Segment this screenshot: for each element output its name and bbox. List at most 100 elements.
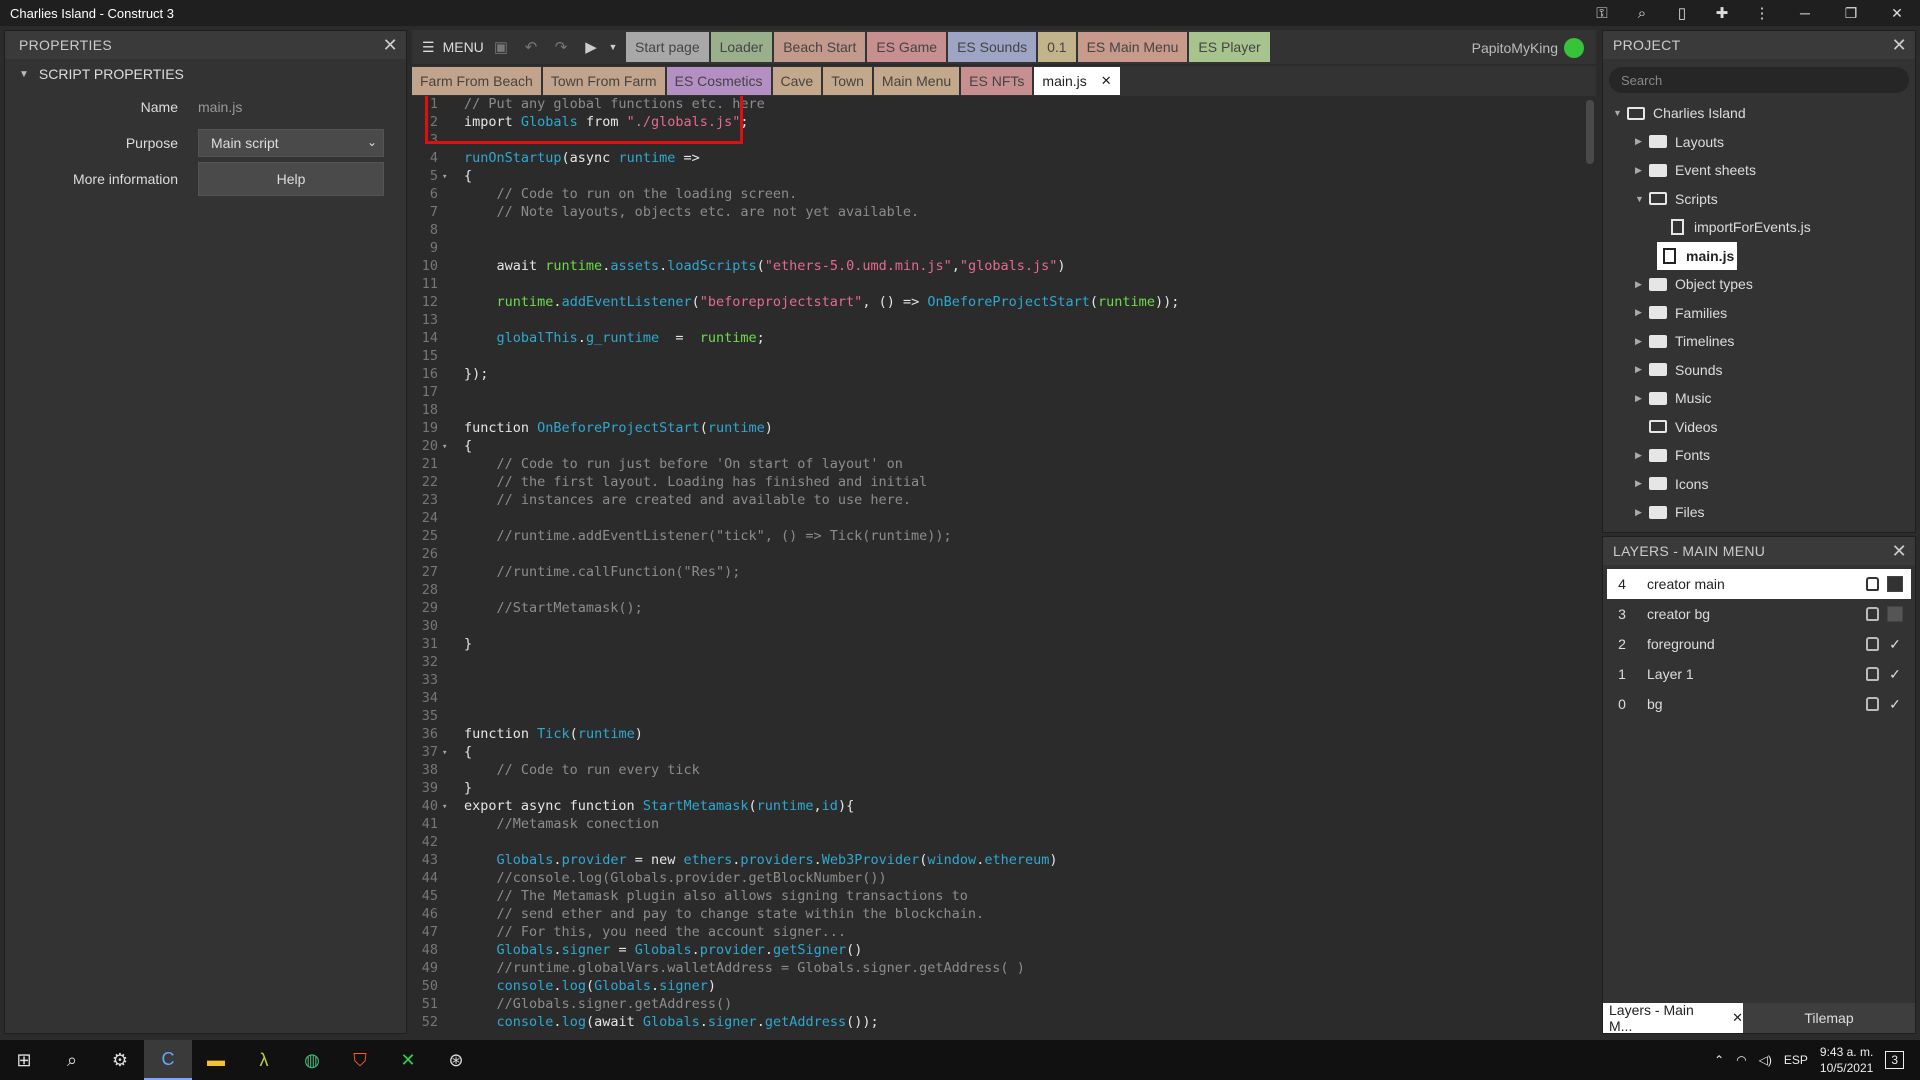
fold-marker[interactable] [442, 870, 452, 888]
code-line[interactable]: 6 // Code to run on the loading screen. [412, 186, 1582, 204]
code-line[interactable]: 41 //Metamask conection [412, 816, 1582, 834]
tab-es-cosmetics[interactable]: ES Cosmetics [666, 67, 771, 95]
code-line[interactable]: 42 [412, 834, 1582, 852]
fold-marker[interactable] [442, 402, 452, 420]
code-line[interactable]: 10 await runtime.assets.loadScripts("eth… [412, 258, 1582, 276]
code-line[interactable]: 26 [412, 546, 1582, 564]
fold-marker[interactable] [442, 888, 452, 906]
code-line[interactable]: 17 [412, 384, 1582, 402]
code-line[interactable]: 16}); [412, 366, 1582, 384]
fold-marker[interactable] [442, 528, 452, 546]
tree-item-music[interactable]: ▶ Music [1603, 384, 1915, 413]
fold-marker[interactable] [442, 780, 452, 798]
tab-start-page[interactable]: Start page [626, 32, 709, 62]
fold-marker[interactable] [442, 312, 452, 330]
code-line[interactable]: 27 //runtime.callFunction("Res"); [412, 564, 1582, 582]
document-icon[interactable]: ▯ [1662, 0, 1702, 26]
code-line[interactable]: 25 //runtime.addEventListener("tick", ()… [412, 528, 1582, 546]
collapsed-arrow-icon[interactable]: ▶ [1635, 450, 1649, 461]
fold-marker[interactable] [442, 348, 452, 366]
fold-marker[interactable] [442, 492, 452, 510]
fold-marker[interactable] [442, 600, 452, 618]
code-line[interactable]: 38 // Code to run every tick [412, 762, 1582, 780]
close-icon[interactable]: ✕ [1732, 1010, 1743, 1026]
fold-marker[interactable] [442, 1014, 452, 1032]
fold-marker[interactable] [442, 222, 452, 240]
redo-icon[interactable]: ↷ [546, 32, 576, 62]
expanded-arrow-icon[interactable]: ▼ [1613, 108, 1627, 118]
code-line[interactable]: 24 [412, 510, 1582, 528]
code-line[interactable]: 48 Globals.signer = Globals.provider.get… [412, 942, 1582, 960]
lock-icon[interactable] [1866, 667, 1879, 681]
tab-main-menu[interactable]: Main Menu [873, 67, 960, 95]
code-line[interactable]: 35 [412, 708, 1582, 726]
code-line[interactable]: 15 [412, 348, 1582, 366]
tree-item-main-js[interactable]: main.js [1657, 241, 1737, 270]
code-line[interactable]: 13 [412, 312, 1582, 330]
code-line[interactable]: 50 console.log(Globals.signer) [412, 978, 1582, 996]
code-line[interactable]: 22 // the first layout. Loading has fini… [412, 474, 1582, 492]
tab-es-nfts[interactable]: ES NFTs [961, 67, 1033, 95]
fold-marker[interactable] [442, 546, 452, 564]
visible-check-icon[interactable]: ✓ [1887, 666, 1903, 682]
tree-item-videos[interactable]: Videos [1603, 413, 1915, 442]
code-line[interactable]: 31} [412, 636, 1582, 654]
tab-es-main-menu[interactable]: ES Main Menu [1077, 32, 1188, 62]
tree-item-icons[interactable]: ▶ Icons [1603, 470, 1915, 499]
code-line[interactable]: 5 ▾ { [412, 168, 1582, 186]
collapsed-arrow-icon[interactable]: ▶ [1635, 478, 1649, 489]
fold-marker[interactable]: ▾ [442, 438, 452, 456]
collapsed-arrow-icon[interactable]: ▶ [1635, 393, 1649, 404]
code-line[interactable]: 43 Globals.provider = new ethers.provide… [412, 852, 1582, 870]
construct-app-icon[interactable]: C [144, 1040, 192, 1080]
collapsed-arrow-icon[interactable]: ▶ [1635, 165, 1649, 176]
code-line[interactable]: 44 //console.log(Globals.provider.getBlo… [412, 870, 1582, 888]
fold-marker[interactable] [442, 294, 452, 312]
zoom-icon[interactable]: ⌕ [1622, 0, 1662, 26]
fold-marker[interactable] [442, 906, 452, 924]
collapsed-arrow-icon[interactable]: ▶ [1635, 279, 1649, 290]
fold-marker[interactable] [442, 978, 452, 996]
steam-icon[interactable]: ⊛ [432, 1040, 480, 1080]
fold-marker[interactable] [442, 456, 452, 474]
save-icon[interactable]: ▣ [486, 32, 516, 62]
collapsed-arrow-icon[interactable]: ▶ [1635, 336, 1649, 347]
fold-marker[interactable] [442, 204, 452, 222]
code-line[interactable]: 40 ▾ export async function StartMetamask(r… [412, 798, 1582, 816]
globe-app-icon[interactable]: ◍ [288, 1040, 336, 1080]
fold-marker[interactable] [442, 582, 452, 600]
tree-item-charlies-island[interactable]: ▼ Charlies Island [1603, 99, 1915, 128]
lambda-app-icon[interactable]: λ [240, 1040, 288, 1080]
code-line[interactable]: 9 [412, 240, 1582, 258]
purpose-select[interactable]: Main script ⌄ [198, 129, 384, 157]
fold-marker[interactable]: ▾ [442, 798, 452, 816]
code-line[interactable]: 19 function OnBeforeProjectStart(runtime) [412, 420, 1582, 438]
windows-start-icon[interactable]: ⊞ [0, 1040, 48, 1080]
tab-farm-from-beach[interactable]: Farm From Beach [412, 67, 541, 95]
tab-town-from-farm[interactable]: Town From Farm [542, 67, 665, 95]
fold-marker[interactable] [442, 816, 452, 834]
layer-row[interactable]: 0 bg ✓ [1607, 689, 1911, 719]
tree-item-families[interactable]: ▶ Families [1603, 299, 1915, 328]
close-tab-icon[interactable]: ✕ [1101, 73, 1112, 89]
fold-marker[interactable] [442, 924, 452, 942]
search-input[interactable]: Search [1609, 67, 1909, 93]
collapsed-arrow-icon[interactable]: ▶ [1635, 136, 1649, 147]
tab-tilemap[interactable]: Tilemap [1743, 1003, 1915, 1033]
settings-icon[interactable]: ⚙ [96, 1040, 144, 1080]
code-line[interactable]: 33 [412, 672, 1582, 690]
collapse-triangle-icon[interactable]: ▼ [19, 69, 29, 80]
collapsed-arrow-icon[interactable]: ▶ [1635, 507, 1649, 518]
tree-item-object-types[interactable]: ▶ Object types [1603, 270, 1915, 299]
close-icon[interactable]: ✕ [383, 35, 398, 56]
code-line[interactable]: 7 // Note layouts, objects etc. are not … [412, 204, 1582, 222]
close-button[interactable]: ✕ [1874, 0, 1920, 26]
code-line[interactable]: 28 [412, 582, 1582, 600]
fold-marker[interactable] [442, 474, 452, 492]
tab-loader[interactable]: Loader [710, 32, 773, 62]
tree-item-files[interactable]: ▶ Files [1603, 498, 1915, 527]
code-line[interactable]: 34 [412, 690, 1582, 708]
expanded-arrow-icon[interactable]: ▼ [1635, 194, 1649, 204]
fold-marker[interactable] [442, 672, 452, 690]
key-icon[interactable]: ⚿ [1582, 0, 1622, 26]
